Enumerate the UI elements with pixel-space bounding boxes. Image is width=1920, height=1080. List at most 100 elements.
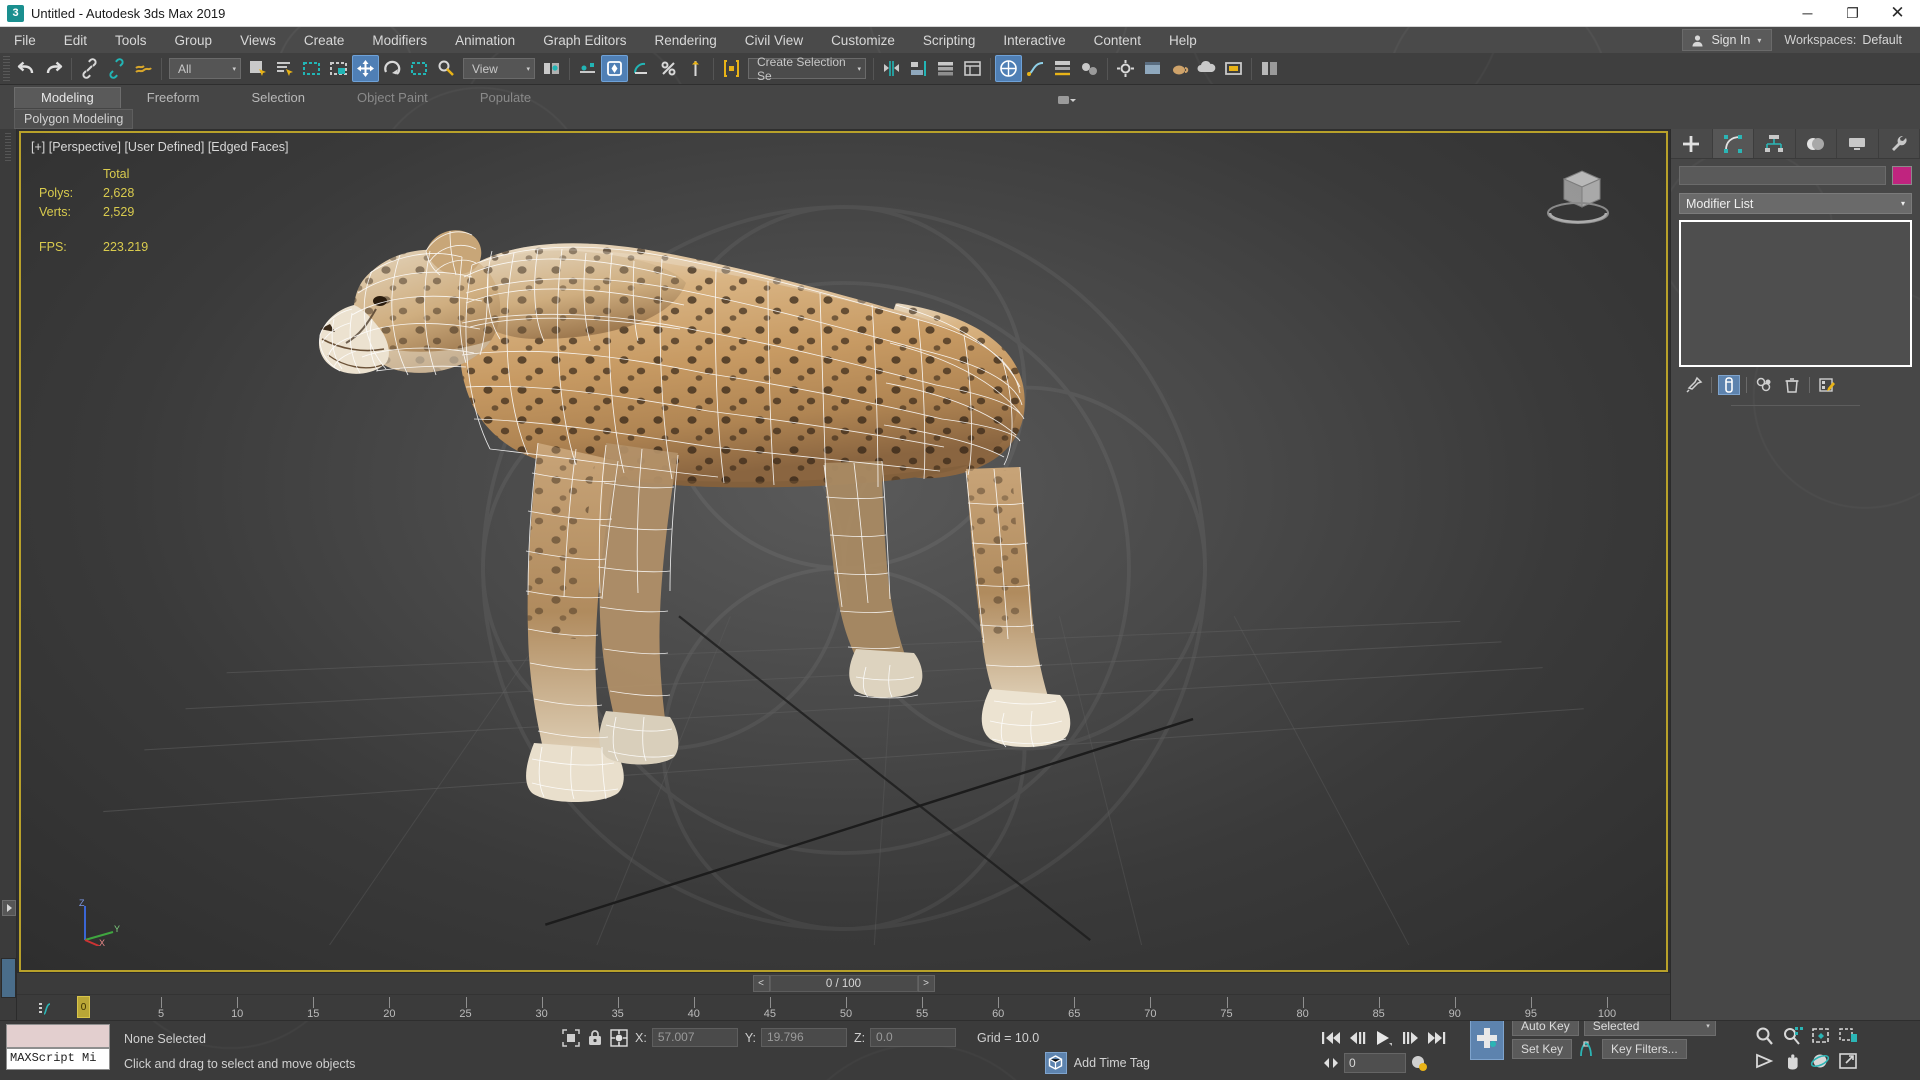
orbit-icon[interactable] — [1810, 1051, 1832, 1071]
menu-interactive[interactable]: Interactive — [989, 29, 1079, 52]
pan-hand-icon[interactable] — [1782, 1051, 1804, 1071]
object-name-field[interactable] — [1679, 166, 1886, 185]
remove-modifier-button[interactable] — [1781, 375, 1803, 395]
show-end-result-button[interactable] — [1718, 375, 1740, 395]
time-configuration-icon[interactable] — [1410, 1054, 1428, 1072]
play-animation-icon[interactable] — [1372, 1029, 1396, 1047]
expand-rail-button[interactable] — [2, 900, 16, 916]
window-crossing-toggle-button[interactable] — [325, 55, 352, 82]
view-cube[interactable] — [1534, 161, 1620, 231]
selection-filter-combo[interactable]: All ▾ — [169, 58, 241, 79]
next-frame-icon[interactable] — [1400, 1029, 1422, 1047]
toggle-ribbon-button[interactable] — [995, 55, 1022, 82]
modifier-stack[interactable] — [1679, 220, 1912, 367]
menu-group[interactable]: Group — [161, 29, 227, 52]
select-object-button[interactable] — [244, 55, 271, 82]
command-tab-modify[interactable] — [1712, 129, 1754, 158]
unlink-selection-button[interactable] — [103, 55, 130, 82]
auto-key-button[interactable]: Auto Key — [1512, 1021, 1579, 1036]
command-tab-display[interactable] — [1837, 129, 1879, 158]
menu-create[interactable]: Create — [290, 29, 359, 52]
menu-tools[interactable]: Tools — [101, 29, 161, 52]
select-and-link-button[interactable] — [76, 55, 103, 82]
menu-edit[interactable]: Edit — [50, 29, 101, 52]
select-and-rotate-button[interactable] — [379, 55, 406, 82]
select-by-name-button[interactable] — [271, 55, 298, 82]
percent-snap-toggle-button[interactable] — [655, 55, 682, 82]
toolbar-grip[interactable] — [3, 55, 10, 82]
maxscript-mini-listener[interactable]: MAXScript Mi — [0, 1021, 112, 1080]
select-and-scale-button[interactable] — [406, 55, 433, 82]
menu-graph-editors[interactable]: Graph Editors — [529, 29, 640, 52]
field-of-view-icon[interactable] — [1754, 1051, 1776, 1071]
next-frame-button[interactable]: > — [917, 975, 935, 992]
schematic-view-button[interactable] — [1049, 55, 1076, 82]
rendered-frame-window-button[interactable] — [1139, 55, 1166, 82]
ribbon-tab-freeform[interactable]: Freeform — [121, 88, 226, 108]
undo-button[interactable] — [13, 55, 40, 82]
menu-customize[interactable]: Customize — [817, 29, 909, 52]
workspaces-value[interactable]: Default — [1862, 33, 1902, 47]
selection-set-combo[interactable]: Create Selection Se ▾ — [748, 55, 866, 83]
menu-views[interactable]: Views — [226, 29, 290, 52]
command-tab-motion[interactable] — [1796, 129, 1837, 158]
menu-content[interactable]: Content — [1080, 29, 1155, 52]
render-production-button[interactable] — [1166, 55, 1193, 82]
previous-frame-icon[interactable] — [1346, 1029, 1368, 1047]
maximize-viewport-icon[interactable] — [1838, 1051, 1860, 1071]
zoom-region-icon[interactable] — [1838, 1026, 1860, 1046]
x-field[interactable]: 57.007 — [651, 1028, 738, 1047]
maxscript-output-pane[interactable] — [6, 1024, 110, 1048]
track-bar-icons[interactable] — [39, 1002, 51, 1016]
configure-modifier-sets-button[interactable] — [1816, 375, 1838, 395]
left-rail-grip[interactable] — [5, 133, 11, 163]
scene-explorer-button[interactable] — [959, 55, 986, 82]
perspective-viewport[interactable]: [+] [Perspective] [User Defined] [Edged … — [19, 131, 1668, 972]
maxscript-input-pane[interactable]: MAXScript Mi — [6, 1048, 110, 1070]
ribbon-tab-modeling[interactable]: Modeling — [14, 87, 121, 108]
selection-lock-region-icon[interactable] — [562, 1028, 580, 1047]
ribbon-tab-selection[interactable]: Selection — [226, 88, 331, 108]
reference-coord-combo[interactable]: View ▾ — [463, 58, 535, 79]
pin-stack-button[interactable] — [1683, 375, 1705, 395]
zoom-icon[interactable] — [1754, 1026, 1776, 1046]
align-button[interactable] — [905, 55, 932, 82]
object-color-swatch[interactable] — [1892, 166, 1912, 185]
redo-button[interactable] — [40, 55, 67, 82]
minimize-button[interactable]: ─ — [1785, 0, 1830, 27]
select-and-manipulate-button[interactable] — [574, 55, 601, 82]
edit-named-selection-sets-button[interactable] — [718, 55, 745, 82]
zoom-all-icon[interactable] — [1782, 1026, 1804, 1046]
ribbon-tab-populate[interactable]: Populate — [454, 88, 557, 108]
menu-rendering[interactable]: Rendering — [641, 29, 731, 52]
menu-help[interactable]: Help — [1155, 29, 1211, 52]
menu-civil-view[interactable]: Civil View — [731, 29, 817, 52]
open-render-frame-button[interactable] — [1220, 55, 1247, 82]
command-tab-hierarchy[interactable] — [1754, 129, 1796, 158]
go-to-end-icon[interactable] — [1426, 1029, 1448, 1047]
menu-scripting[interactable]: Scripting — [909, 29, 990, 52]
render-setup-button[interactable] — [1112, 55, 1139, 82]
select-and-place-button[interactable] — [433, 55, 460, 82]
layer-explorer-button[interactable] — [932, 55, 959, 82]
make-unique-button[interactable] — [1753, 375, 1775, 395]
ribbon-dropdown-icon[interactable] — [1057, 92, 1077, 108]
spinner-snap-toggle-button[interactable] — [682, 55, 709, 82]
y-field[interactable]: 19.796 — [760, 1028, 847, 1047]
add-time-tag-label[interactable]: Add Time Tag — [1074, 1056, 1150, 1070]
project-folder-button[interactable] — [1256, 55, 1283, 82]
viewport-label[interactable]: [+] [Perspective] [User Defined] [Edged … — [31, 140, 288, 154]
maximize-button[interactable]: ❐ — [1830, 0, 1875, 27]
z-field[interactable]: 0.0 — [870, 1028, 957, 1047]
mirror-button[interactable] — [878, 55, 905, 82]
angle-snap-toggle-button[interactable] — [628, 55, 655, 82]
key-mode-combo[interactable]: Selected ▾ — [1583, 1021, 1716, 1036]
key-nav-icon[interactable] — [1322, 1055, 1340, 1071]
close-button[interactable]: ✕ — [1875, 0, 1920, 27]
lock-icon[interactable] — [587, 1029, 603, 1047]
track-bar[interactable]: 0 0 5 10 15 20 25 30 35 40 45 50 55 60 65 70 75 80 85 90 95… — [17, 994, 1670, 1020]
cheetah-3d-model[interactable] — [276, 143, 1096, 803]
add-time-tag-button[interactable] — [1044, 1051, 1067, 1074]
material-editor-button[interactable] — [1076, 55, 1103, 82]
menu-animation[interactable]: Animation — [441, 29, 529, 52]
